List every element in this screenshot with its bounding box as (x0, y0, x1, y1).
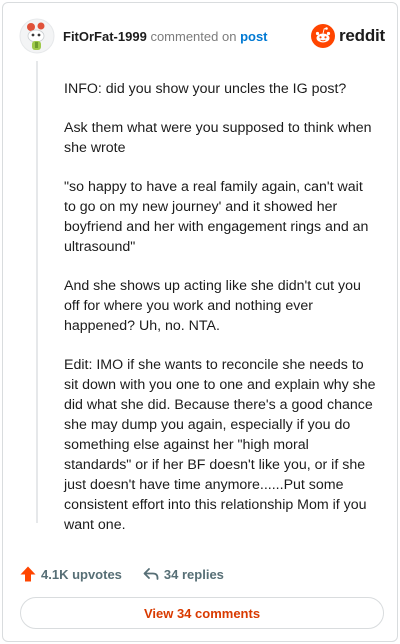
comment-paragraph: Ask them what were you supposed to think… (64, 120, 372, 156)
comment-paragraph: And she shows up acting like she didn't … (64, 278, 361, 334)
reply-count: 34 replies (163, 566, 224, 582)
thread-line[interactable] (36, 61, 38, 523)
upvote-arrow-icon (20, 566, 36, 582)
comment-body: INFO: did you show your uncles the IG po… (64, 79, 376, 554)
reply-arrow-icon (143, 568, 159, 580)
reddit-logo-icon (311, 24, 335, 48)
comment-card: FitOrFat-1999 commented on post reddit I… (2, 2, 398, 642)
username-link[interactable]: FitOrFat-1999 (63, 29, 147, 44)
comment-header: FitOrFat-1999 commented on post (63, 29, 268, 44)
reddit-logo[interactable]: reddit (311, 23, 385, 49)
comment-actions: 4.1K upvotes 34 replies (19, 563, 244, 585)
commented-on-text: commented on (150, 29, 237, 44)
reddit-wordmark: reddit (339, 26, 386, 45)
upvote-count: 4.1K upvotes (41, 566, 122, 582)
view-comments-button[interactable]: View 34 comments (20, 597, 384, 629)
reply-button[interactable]: 34 replies (142, 565, 224, 583)
post-link[interactable]: post (240, 29, 267, 44)
comment-paragraph: "so happy to have a real family again, c… (64, 179, 369, 255)
comment-paragraph: INFO: did you show your uncles the IG po… (64, 81, 347, 97)
upvote-button[interactable]: 4.1K upvotes (19, 565, 122, 583)
user-avatar-icon[interactable] (19, 18, 55, 54)
comment-paragraph: Edit: IMO if she wants to reconcile she … (64, 357, 376, 533)
